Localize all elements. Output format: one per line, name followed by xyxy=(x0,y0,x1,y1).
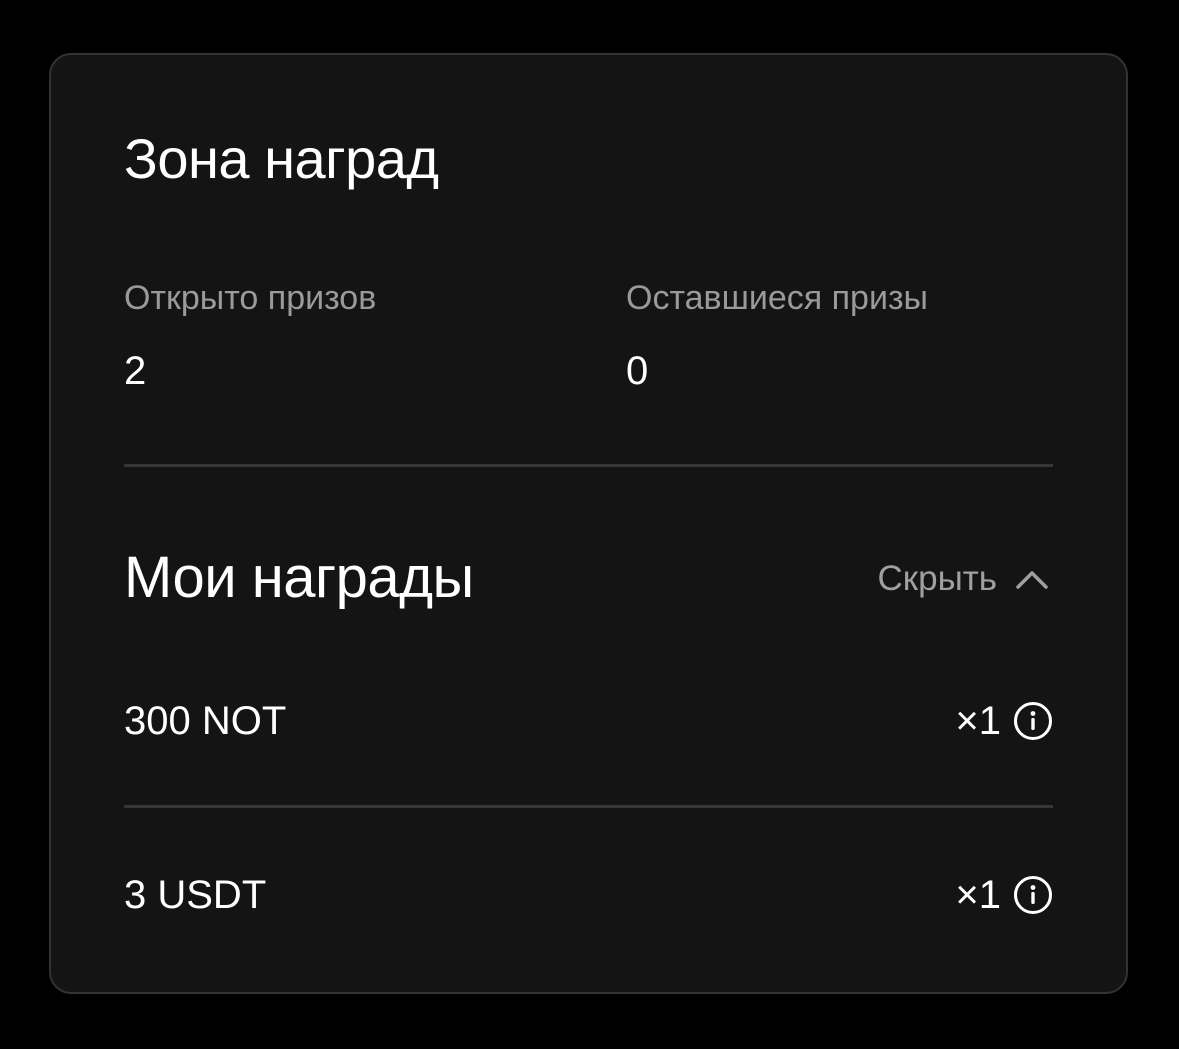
opened-prizes-value: 2 xyxy=(124,349,147,393)
reward-quantity: ×1 xyxy=(955,873,1001,917)
section-divider xyxy=(124,464,1053,467)
info-icon[interactable] xyxy=(1013,875,1053,915)
rewards-card: Зона наград Открыто призов 2 Оставшиеся … xyxy=(49,53,1128,994)
hide-rewards-button[interactable]: Скрыть xyxy=(878,561,1049,596)
reward-meta: ×1 xyxy=(955,701,1053,741)
my-rewards-title: Мои награды xyxy=(124,545,474,610)
opened-prizes-stat: Открыто призов 2 xyxy=(124,281,376,391)
rewards-zone-title: Зона наград xyxy=(124,127,439,190)
rewards-card-content: Зона наград Открыто призов 2 Оставшиеся … xyxy=(124,55,1053,992)
remaining-prizes-label: Оставшиеся призы xyxy=(626,279,928,317)
remaining-prizes-value: 0 xyxy=(626,349,649,393)
reward-quantity: ×1 xyxy=(955,699,1001,743)
reward-name: 300 NOT xyxy=(124,699,287,743)
reward-name: 3 USDT xyxy=(124,873,267,917)
reward-item: 3 USDT ×1 xyxy=(124,865,1053,925)
chevron-up-icon xyxy=(1016,570,1048,589)
info-icon[interactable] xyxy=(1013,701,1053,741)
reward-meta: ×1 xyxy=(955,875,1053,915)
opened-prizes-label: Открыто призов xyxy=(124,279,377,317)
hide-rewards-label: Скрыть xyxy=(877,559,997,598)
reward-item: 300 NOT ×1 xyxy=(124,691,1053,751)
remaining-prizes-stat: Оставшиеся призы 0 xyxy=(626,281,928,391)
reward-divider xyxy=(124,805,1053,808)
